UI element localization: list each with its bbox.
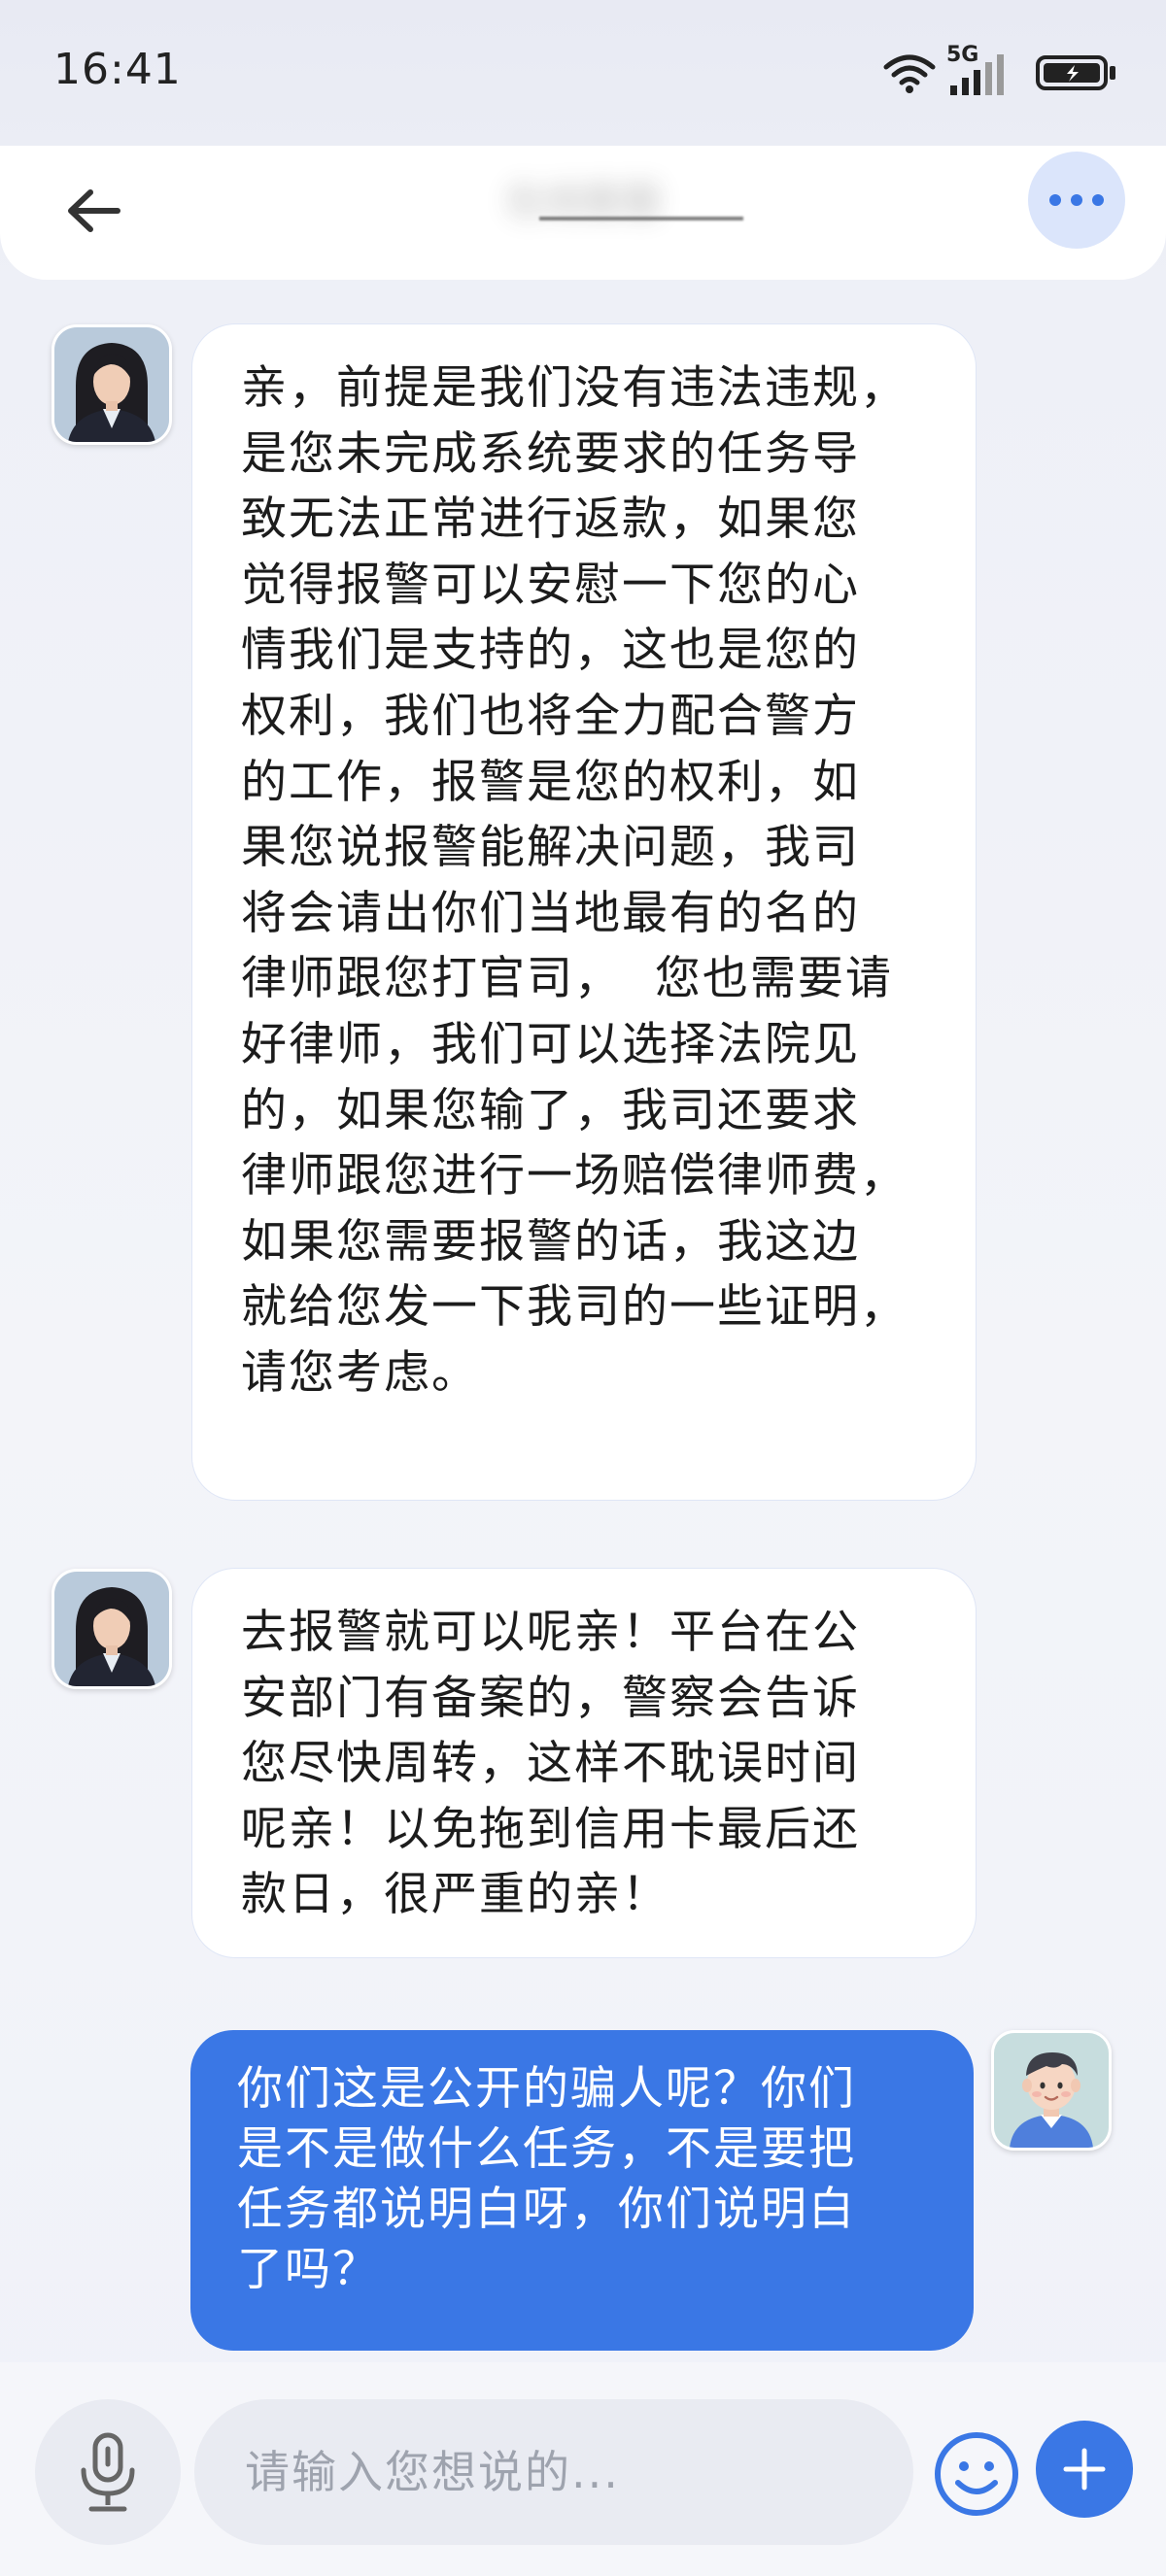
arrow-left-icon bbox=[68, 189, 120, 232]
cellular-signal-icon: 5G bbox=[946, 43, 1014, 97]
more-options-button[interactable] bbox=[1028, 152, 1125, 249]
more-horizontal-icon bbox=[1049, 194, 1104, 206]
add-attachment-button[interactable] bbox=[1036, 2421, 1133, 2518]
message-input-bar: 请输入您想说的... bbox=[0, 2362, 1166, 2576]
smiley-icon bbox=[935, 2432, 1018, 2516]
message-input[interactable]: 请输入您想说的... bbox=[194, 2399, 913, 2545]
agent-message-bubble: 去报警就可以呢亲！平台在公 安部门有备案的，警察会告诉 您尽快周转，这样不耽误时… bbox=[192, 1569, 976, 1957]
title-underline bbox=[539, 217, 743, 220]
user-message-bubble: 你们这是公开的骗人呢？你们 是不是做什么任务，不是要把 任务都说明白呀，你们说明… bbox=[190, 2030, 974, 2351]
page-title: 在线客服 bbox=[505, 180, 661, 224]
chat-header: 在线客服 bbox=[0, 146, 1166, 280]
battery-icon bbox=[1036, 53, 1117, 92]
user-avatar[interactable] bbox=[991, 2030, 1112, 2151]
plus-icon bbox=[1063, 2448, 1106, 2491]
agent-message-bubble: 亲，前提是我们没有违法违规， 是您未完成系统要求的任务导 致无法正常进行返款，如… bbox=[192, 324, 976, 1500]
agent-avatar[interactable] bbox=[51, 324, 172, 445]
back-button[interactable] bbox=[49, 167, 136, 254]
voice-input-button[interactable] bbox=[35, 2399, 181, 2545]
agent-avatar[interactable] bbox=[51, 1569, 172, 1689]
status-time: 16:41 bbox=[53, 45, 182, 94]
wifi-icon bbox=[882, 51, 937, 94]
microphone-icon bbox=[81, 2432, 135, 2512]
status-icons: 5G bbox=[882, 43, 1117, 97]
status-bar: 16:41 5G bbox=[0, 0, 1166, 146]
emoji-button[interactable] bbox=[933, 2430, 1020, 2518]
